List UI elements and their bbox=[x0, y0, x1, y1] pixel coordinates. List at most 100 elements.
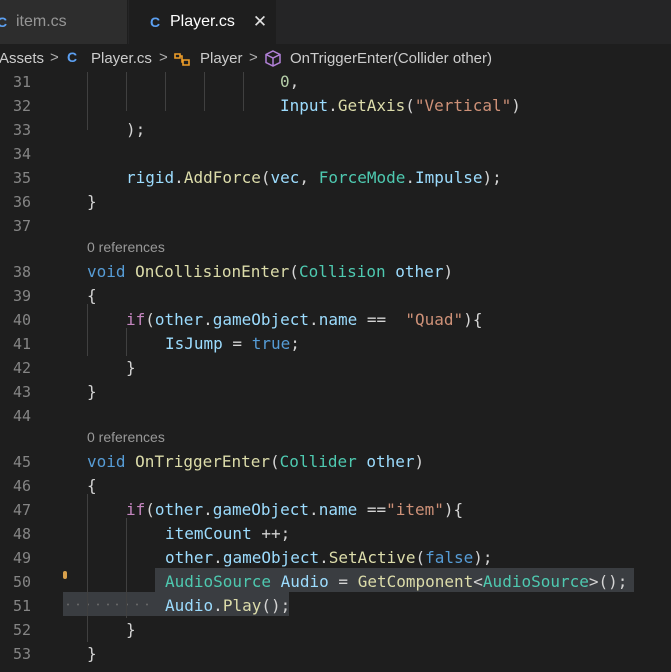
code-token: AudioSource bbox=[165, 572, 271, 591]
csharp-file-icon: C bbox=[149, 14, 161, 30]
code-editor[interactable]: 0 references 0 references 31 0, 32 Input.Ge… bbox=[0, 72, 671, 672]
code-token: >(); bbox=[588, 572, 628, 591]
code-token: other bbox=[366, 452, 415, 471]
references-lens[interactable]: 0 references bbox=[87, 239, 165, 255]
code-line[interactable]: AudioSource Audio = GetComponent<AudioSo… bbox=[165, 572, 627, 591]
code-token: ){ bbox=[463, 310, 483, 329]
code-token: } bbox=[87, 192, 97, 211]
indent-guide bbox=[87, 72, 88, 130]
code-token: gameObject bbox=[222, 548, 320, 567]
code-token: other bbox=[165, 548, 214, 567]
code-token: ForceMode bbox=[318, 168, 406, 187]
csharp-file-icon: C bbox=[0, 14, 8, 30]
code-line[interactable]: Input.GetAxis("Vertical") bbox=[280, 96, 521, 115]
code-token: GetComponent bbox=[357, 572, 474, 591]
line-number: 45 bbox=[12, 453, 31, 471]
code-token: , bbox=[299, 168, 319, 187]
indent-guide bbox=[87, 494, 88, 642]
code-line[interactable]: if(other.gameObject.name =="item"){ bbox=[126, 500, 463, 519]
code-token: < bbox=[473, 572, 483, 591]
code-token: == bbox=[357, 310, 406, 329]
code-token: 0 bbox=[280, 72, 290, 91]
whitespace-dots bbox=[67, 603, 148, 606]
code-token: Collision bbox=[298, 262, 386, 281]
code-token: } bbox=[126, 620, 136, 639]
code-line[interactable]: { bbox=[87, 476, 97, 495]
code-token: itemCount bbox=[165, 524, 252, 543]
code-line[interactable]: Audio.Play(); bbox=[165, 596, 290, 615]
code-token: . bbox=[309, 310, 319, 329]
line-number: 52 bbox=[12, 621, 31, 639]
breadcrumb: Assets > C Player.cs > Player > OnTrigge… bbox=[0, 44, 671, 72]
code-token: gameObject bbox=[212, 310, 310, 329]
breadcrumb-item-class[interactable]: Player bbox=[200, 50, 243, 67]
code-token: ); bbox=[473, 548, 493, 567]
code-token: . bbox=[203, 500, 213, 519]
line-number: 51 bbox=[12, 597, 31, 615]
code-token: ( bbox=[145, 500, 155, 519]
code-token: . bbox=[174, 168, 184, 187]
indent-guide bbox=[126, 518, 127, 618]
chevron-right-icon: > bbox=[249, 49, 258, 66]
code-line[interactable]: 0, bbox=[280, 72, 299, 91]
code-line[interactable]: } bbox=[87, 382, 97, 401]
code-token: other bbox=[395, 262, 444, 281]
code-token: ) bbox=[414, 452, 425, 471]
breadcrumb-item-file[interactable]: Player.cs bbox=[91, 50, 152, 67]
code-token: Impulse bbox=[415, 168, 483, 187]
code-token: AddForce bbox=[183, 168, 261, 187]
references-lens[interactable]: 0 references bbox=[87, 429, 165, 445]
code-token: Input bbox=[280, 96, 329, 115]
line-number: 42 bbox=[12, 359, 31, 377]
code-token: (); bbox=[261, 596, 291, 615]
code-token: . bbox=[328, 96, 338, 115]
class-icon bbox=[174, 53, 190, 66]
code-token: . bbox=[319, 548, 329, 567]
code-token: . bbox=[309, 500, 319, 519]
indent-guide bbox=[165, 72, 166, 111]
indent-guide bbox=[204, 72, 205, 111]
code-token: ( bbox=[270, 452, 280, 471]
code-line[interactable]: if(other.gameObject.name == "Quad"){ bbox=[126, 310, 482, 329]
indent-guide bbox=[126, 72, 127, 111]
close-icon[interactable]: ✕ bbox=[253, 12, 267, 32]
tab-label: item.cs bbox=[16, 13, 67, 30]
code-token: OnCollisionEnter bbox=[135, 262, 290, 281]
line-number: 43 bbox=[12, 383, 31, 401]
code-line[interactable]: void OnTriggerEnter(Collider other) bbox=[87, 452, 424, 471]
line-number: 38 bbox=[12, 263, 31, 281]
code-token: name bbox=[318, 310, 358, 329]
code-token: { bbox=[87, 286, 97, 305]
code-token: . bbox=[203, 310, 213, 329]
code-line[interactable]: void OnCollisionEnter(Collision other) bbox=[87, 262, 453, 281]
code-token: Collider bbox=[279, 452, 357, 471]
line-number: 48 bbox=[12, 525, 31, 543]
code-line[interactable]: rigid.AddForce(vec, ForceMode.Impulse); bbox=[126, 168, 502, 187]
code-token: ( bbox=[289, 262, 299, 281]
code-line[interactable]: } bbox=[126, 620, 136, 639]
tab-item-cs[interactable]: C item.cs bbox=[0, 0, 128, 44]
code-token: ( bbox=[415, 548, 426, 567]
line-number: 53 bbox=[12, 645, 31, 663]
code-token: = bbox=[222, 334, 252, 353]
tab-player-cs[interactable]: C Player.cs ✕ bbox=[129, 0, 276, 44]
code-token: ); bbox=[482, 168, 502, 187]
code-line[interactable]: { bbox=[87, 286, 97, 305]
breadcrumb-item-assets[interactable]: Assets bbox=[0, 50, 44, 67]
code-line[interactable]: other.gameObject.SetActive(false); bbox=[165, 548, 493, 567]
code-token: ){ bbox=[443, 500, 464, 519]
code-line[interactable]: } bbox=[87, 644, 97, 663]
code-token: name bbox=[318, 500, 358, 519]
code-line[interactable]: itemCount ++; bbox=[165, 524, 290, 543]
breadcrumb-item-method[interactable]: OnTriggerEnter(Collider other) bbox=[290, 50, 492, 67]
indent-guide bbox=[87, 304, 88, 356]
code-token: } bbox=[87, 382, 97, 401]
code-line[interactable]: } bbox=[87, 192, 97, 211]
code-line[interactable]: ); bbox=[126, 120, 145, 139]
lightbulb-icon[interactable] bbox=[63, 571, 67, 579]
code-token: { bbox=[87, 476, 97, 495]
code-line[interactable]: IsJump = true; bbox=[165, 334, 300, 353]
code-line[interactable]: } bbox=[126, 358, 136, 377]
